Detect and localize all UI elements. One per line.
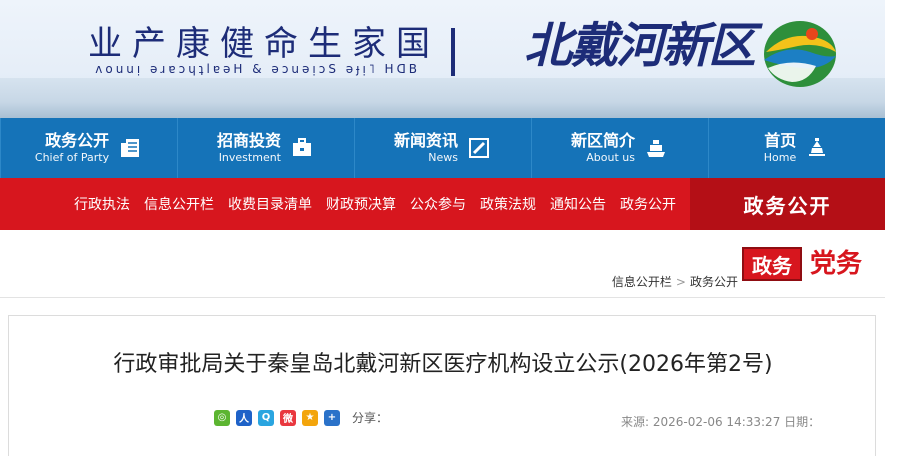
nav-item-about[interactable]: 新区简介 About us: [531, 118, 708, 178]
nav-label-en: Chief of Party: [34, 151, 110, 164]
subnav-links: 政务公开 通知公告 政策法规 公众参与 财政预决算 收费目录清单 信息公开栏 行…: [74, 194, 690, 214]
brand-calligraphy: 北戴河新区: [523, 18, 756, 74]
site-header: 北戴河新区 业产康健命生家国 ʌouuᴉ ǝɹɐɔɥʇlɐǝH & ǝɔuǝᴉɔ…: [0, 0, 885, 118]
breadcrumb: 信息公开栏 > 政务公开: [560, 273, 738, 290]
share-label: 分享：: [352, 411, 389, 425]
article-meta: 来源: 2026-02-06 14:33:27 日期：: [621, 413, 820, 430]
nav-item-news[interactable]: 新闻资讯 News: [354, 118, 531, 178]
subnav-link[interactable]: 通知公告: [550, 194, 606, 214]
favorite-share-icon[interactable]: ★: [302, 409, 318, 426]
subnav-link[interactable]: 公众参与: [410, 194, 466, 214]
logo-icon[interactable]: [760, 12, 840, 92]
section-badge: 政务 党务: [742, 247, 862, 281]
header-slogan-cn: 业产康健命生家国: [88, 24, 440, 60]
more-share-icon[interactable]: +: [324, 409, 340, 426]
main-nav: 首页 Home 新区简介 About us 新闻资讯 News 招商投资 Inv…: [0, 118, 885, 178]
page: 北戴河新区 业产康健命生家国 ʌouuᴉ ǝɹɐɔɥʇlɐǝH & ǝɔuǝᴉɔ…: [0, 0, 910, 456]
breadcrumb-separator: >: [675, 275, 686, 289]
article-panel: 行政审批局关于秦皇岛北戴河新区医疗机构设立公示(2026年第2号) ◎ 人 Q …: [8, 315, 876, 456]
badge-government-affairs: 政务: [742, 247, 802, 281]
divider: [0, 297, 885, 298]
nav-label-en: News: [428, 151, 458, 164]
renren-share-icon[interactable]: 人: [236, 409, 252, 426]
nav-label-cn: 新闻资讯: [393, 131, 458, 150]
nav-label-cn: 新区简介: [570, 131, 635, 150]
nav-label-en: About us: [586, 151, 635, 164]
document-icon: [117, 135, 143, 161]
header-divider: [451, 28, 455, 76]
source-label: 来源:: [621, 415, 650, 429]
article-title: 行政审批局关于秦皇岛北戴河新区医疗机构设立公示(2026年第2号): [113, 352, 773, 377]
subnav-title: 政务公开: [690, 178, 885, 230]
date-label: 日期：: [784, 415, 821, 429]
nav-item-investment[interactable]: 招商投资 Investment: [177, 118, 354, 178]
ship-icon: [643, 135, 669, 161]
nav-item-home[interactable]: 首页 Home: [708, 118, 885, 178]
breadcrumb-item[interactable]: 政务公开: [690, 275, 738, 289]
home-icon: [804, 135, 830, 161]
nav-label-en: Home: [763, 151, 797, 164]
badge-party-affairs: 党务: [810, 249, 863, 279]
nav-item-government[interactable]: 政务公开 Chief of Party: [0, 118, 177, 178]
subnav-link[interactable]: 政务公开: [620, 194, 676, 214]
header-slogan-en: ʌouuᴉ ǝɹɐɔɥʇlɐǝH & ǝɔuǝᴉɔS ǝɟᴉ˥ HᗡB: [95, 62, 420, 76]
nav-label-cn: 首页: [764, 131, 797, 150]
breadcrumb-item[interactable]: 信息公开栏: [612, 275, 672, 289]
header-landscape: [0, 78, 885, 118]
briefcase-icon: [289, 135, 315, 161]
news-icon: [466, 135, 492, 161]
subnav-link[interactable]: 收费目录清单: [228, 194, 312, 214]
subnav-bar: 政务公开 政务公开 通知公告 政策法规 公众参与 财政预决算 收费目录清单 信息…: [0, 178, 885, 230]
subnav-link[interactable]: 行政执法: [74, 194, 130, 214]
wechat-share-icon[interactable]: ◎: [214, 409, 230, 426]
nav-label-cn: 政务公开: [45, 131, 110, 150]
nav-label-cn: 招商投资: [216, 131, 281, 150]
publish-date: 2026-02-06 14:33:27: [652, 415, 781, 429]
share-bar: ◎ 人 Q 微 ★ + 分享：: [214, 409, 388, 426]
weibo-share-icon[interactable]: 微: [280, 409, 296, 426]
qzone-share-icon[interactable]: Q: [258, 409, 274, 426]
nav-label-en: Investment: [218, 151, 281, 164]
subnav-link[interactable]: 信息公开栏: [144, 194, 214, 214]
subnav-link[interactable]: 财政预决算: [326, 194, 396, 214]
subnav-link[interactable]: 政策法规: [480, 194, 536, 214]
